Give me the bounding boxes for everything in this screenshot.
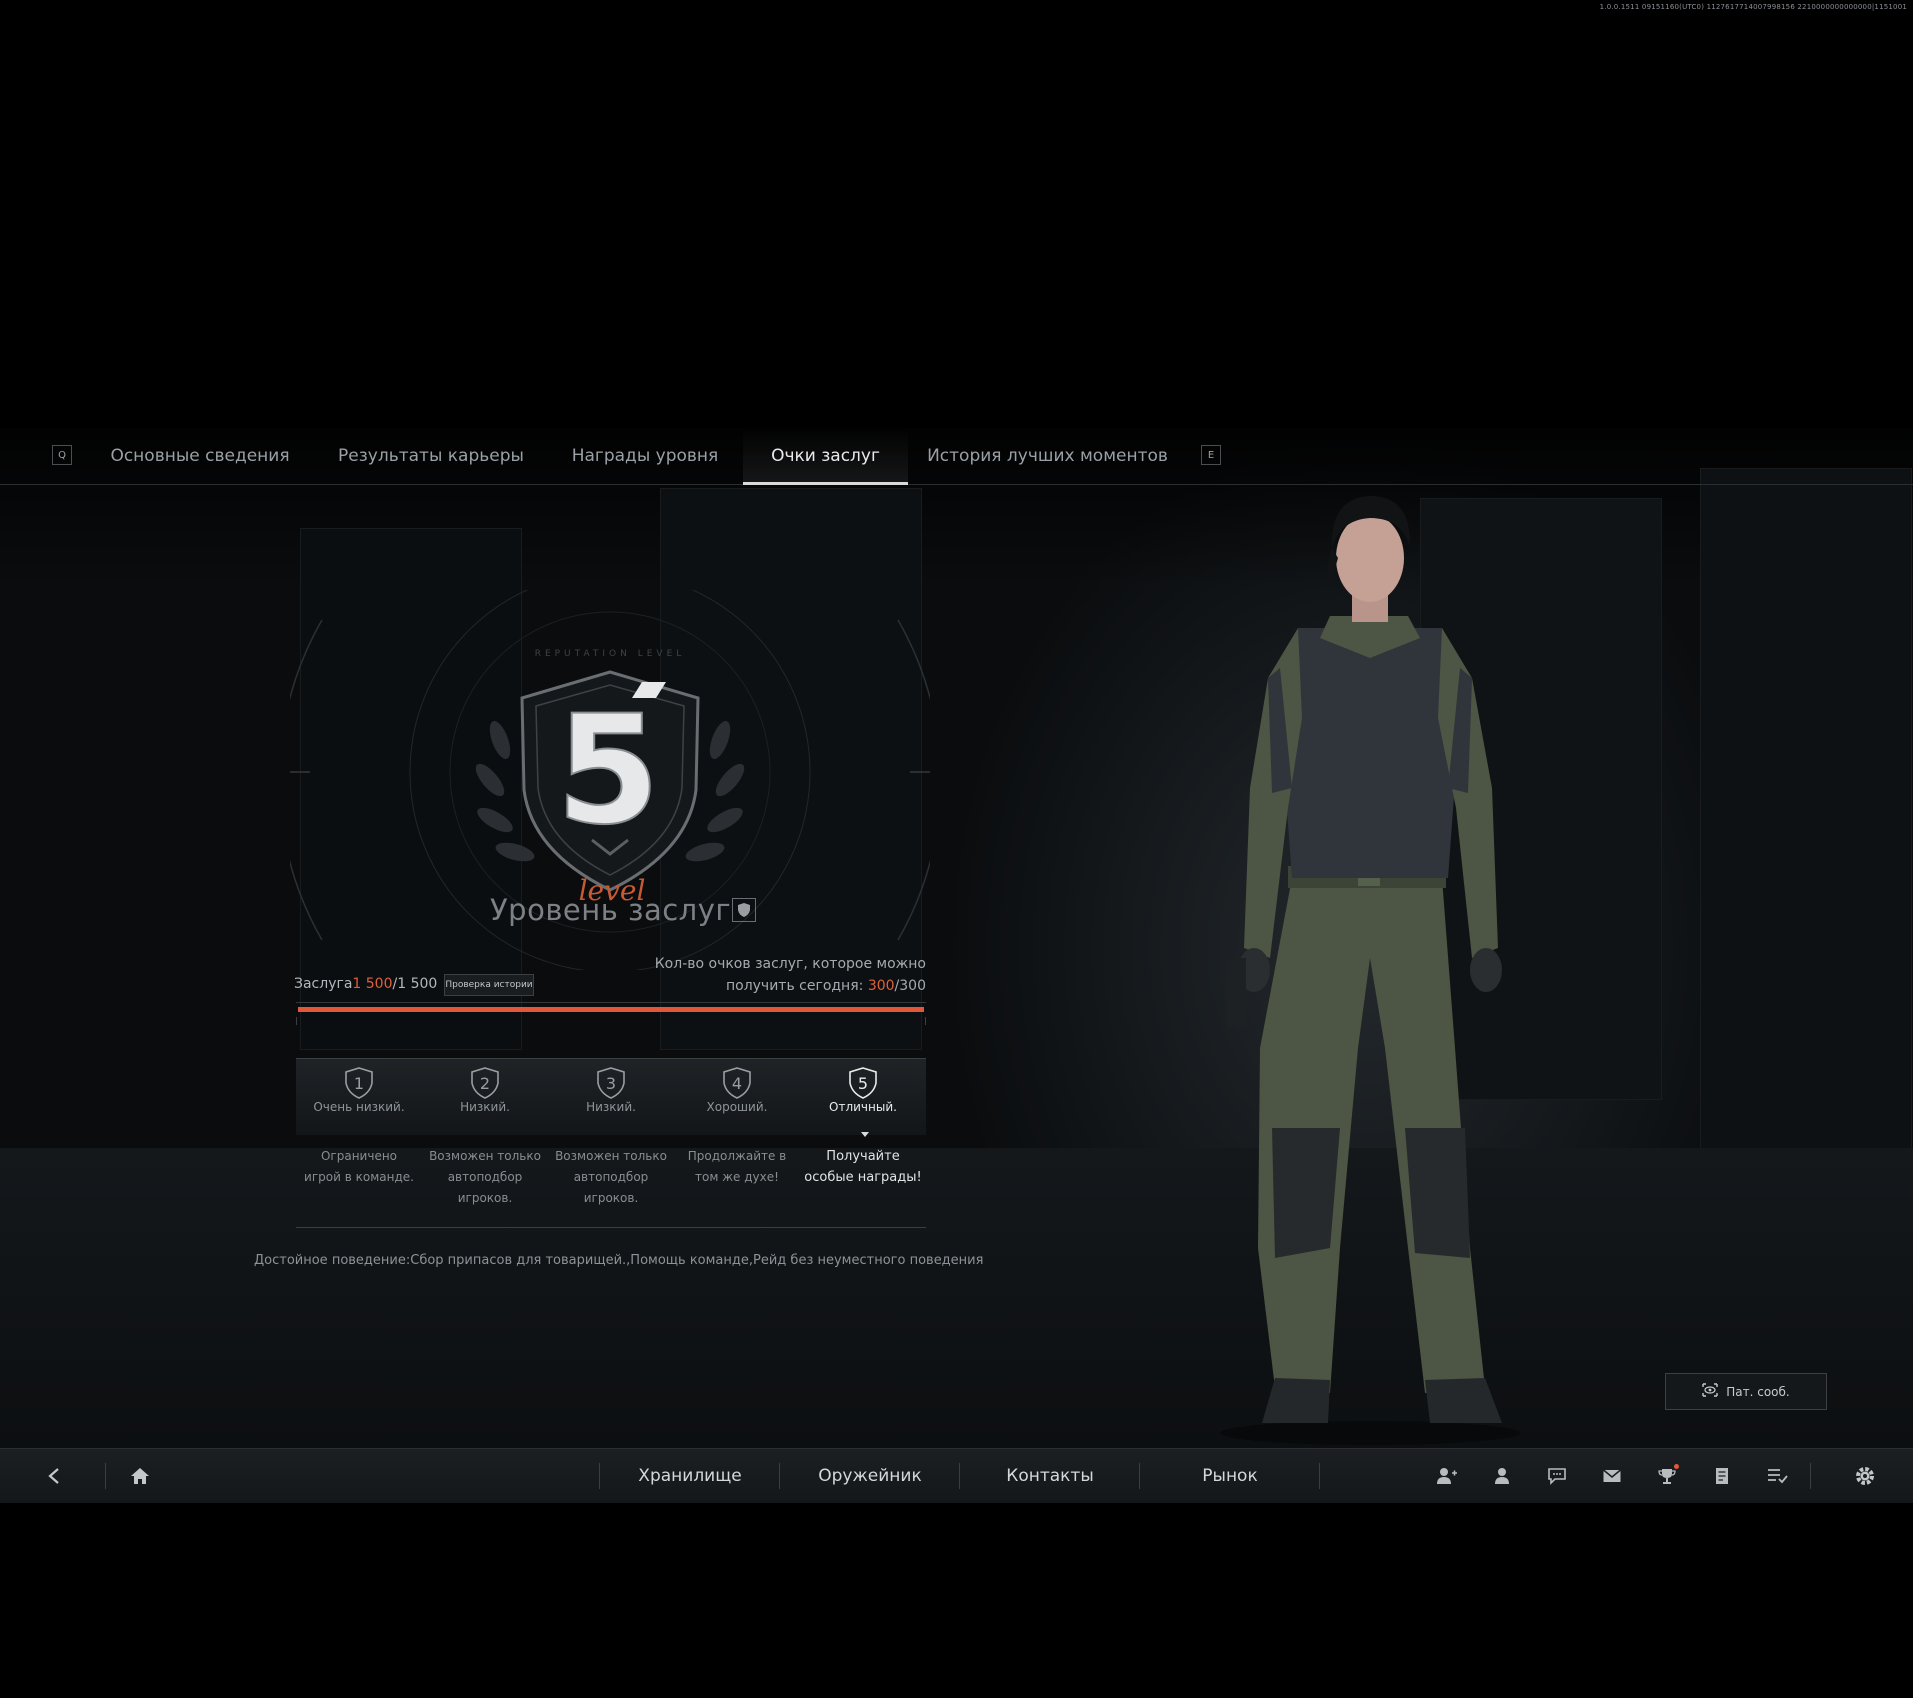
tab-level-rewards[interactable]: Награды уровня: [565, 428, 725, 484]
tab-label: Награды уровня: [571, 446, 719, 466]
progress-ticks: [296, 1017, 926, 1025]
level-description-line: том же духе!: [695, 1170, 779, 1184]
separator: [105, 1463, 106, 1489]
notes-icon[interactable]: [1710, 1464, 1734, 1488]
nav-label: Контакты: [1006, 1466, 1094, 1486]
tab-label: Результаты карьеры: [338, 446, 524, 466]
nav-gunsmith[interactable]: Оружейник: [790, 1449, 950, 1503]
level-description-line: Возможен только: [429, 1149, 541, 1163]
level-description: Ограничено игрой в команде.: [296, 1146, 422, 1188]
today-prefix: получить сегодня:: [725, 978, 868, 994]
today-current: 300: [867, 978, 895, 994]
level-number: 2: [480, 1074, 490, 1093]
merit-current: 1 500: [352, 976, 393, 992]
svg-text:5: 5: [556, 684, 660, 858]
nav-market[interactable]: Рынок: [1150, 1449, 1310, 1503]
today-line-2: получить сегодня: 300/300: [626, 975, 926, 997]
tab-career-results[interactable]: Результаты карьеры: [330, 428, 532, 484]
patrol-button-label: Пат. сооб.: [1726, 1384, 1790, 1399]
next-tab-key[interactable]: E: [1201, 445, 1221, 465]
level-description: Продолжайте в том же духе!: [674, 1146, 800, 1188]
scene-background: [0, 428, 1913, 1500]
team-icon[interactable]: [1435, 1464, 1459, 1488]
separator: [599, 1463, 600, 1489]
shield-badge-icon: [732, 898, 756, 922]
tab-highlights-history[interactable]: История лучших моментов: [927, 428, 1168, 484]
level-number: 5: [858, 1074, 868, 1093]
level-description-line: игроков.: [457, 1191, 513, 1205]
tab-label: Основные сведения: [110, 446, 290, 466]
prev-tab-key[interactable]: Q: [52, 445, 72, 465]
level-name: Очень низкий.: [313, 1100, 405, 1114]
level-description-line: игроков.: [583, 1191, 639, 1205]
svg-text:REPUTATION LEVEL: REPUTATION LEVEL: [535, 649, 686, 659]
level-description: Возможен только автоподбор игроков.: [548, 1146, 674, 1209]
merit-score: Заслуга1 500/1 500: [294, 976, 437, 992]
bottom-nav-bar: Хранилище Оружейник Контакты Рынок: [0, 1448, 1913, 1503]
separator: [1319, 1463, 1320, 1489]
merit-progress-bar: [296, 1002, 926, 1028]
separator: [1810, 1463, 1811, 1489]
separator: [779, 1463, 780, 1489]
mail-icon[interactable]: [1600, 1464, 1624, 1488]
current-level-marker: [861, 1132, 869, 1137]
nav-contacts[interactable]: Контакты: [970, 1449, 1130, 1503]
level-description: Возможен только автоподбор игроков.: [422, 1146, 548, 1209]
separator: [959, 1463, 960, 1489]
level-description-line: автоподбор: [573, 1170, 649, 1184]
level-shield-icon: 2: [469, 1066, 501, 1100]
merit-progress-fill: [298, 1007, 924, 1012]
home-icon[interactable]: [128, 1464, 152, 1488]
level-name: Отличный.: [829, 1100, 897, 1114]
level-shield-icon: 1: [343, 1066, 375, 1100]
today-line-1: Кол-во очков заслуг, которое можно: [654, 956, 926, 972]
nav-storage[interactable]: Хранилище: [610, 1449, 770, 1503]
level-description-line: Возможен только: [555, 1149, 667, 1163]
eye-scan-icon: [1702, 1383, 1718, 1400]
tab-basic-info[interactable]: Основные сведения: [100, 428, 300, 484]
trophy-icon[interactable]: [1655, 1464, 1679, 1488]
tab-label: Очки заслуг: [771, 446, 880, 466]
back-arrow-icon[interactable]: [42, 1464, 66, 1488]
level-number: 4: [732, 1074, 742, 1093]
nav-label: Рынок: [1202, 1466, 1258, 1486]
level-name: Низкий.: [586, 1100, 636, 1114]
nav-label: Хранилище: [638, 1466, 742, 1486]
tasks-icon[interactable]: [1765, 1464, 1789, 1488]
tab-merit-points[interactable]: Очки заслуг: [743, 428, 908, 485]
level-name: Низкий.: [460, 1100, 510, 1114]
merit-label: Заслуга: [294, 976, 353, 992]
level-shield-icon: 3: [595, 1066, 627, 1100]
separator: [1139, 1463, 1140, 1489]
level-number: 3: [606, 1074, 616, 1093]
today-max: 300: [899, 978, 926, 994]
level-description-line: игрой в команде.: [304, 1170, 414, 1184]
nav-label: Оружейник: [818, 1466, 922, 1486]
build-info: 1.0.0.1511 09151160(UTC0) 11276177140079…: [1599, 3, 1907, 11]
merit-levels-panel: 1 Очень низкий. Ограничено игрой в команде.…: [296, 1058, 926, 1228]
level-shield-icon: 5: [847, 1066, 879, 1100]
level-number: 1: [354, 1074, 364, 1093]
today-merit-info: Кол-во очков заслуг, которое можно получ…: [626, 953, 926, 997]
settings-icon[interactable]: [1853, 1464, 1877, 1488]
merit-max: 1 500: [397, 976, 438, 992]
level-description-line: Получайте: [826, 1149, 900, 1164]
check-history-button[interactable]: Проверка истории: [444, 974, 534, 996]
level-name: Хороший.: [706, 1100, 768, 1114]
chat-icon[interactable]: [1545, 1464, 1569, 1488]
level-description-line: Продолжайте в: [687, 1149, 787, 1163]
character-model: [1180, 488, 1560, 1452]
notification-dot: [1674, 1464, 1679, 1469]
level-description-line: автоподбор: [447, 1170, 523, 1184]
merit-level-title: Уровень заслуг: [490, 893, 732, 927]
tab-label: История лучших моментов: [927, 446, 1168, 466]
level-description-line: особые награды!: [804, 1170, 922, 1185]
profile-icon[interactable]: [1490, 1464, 1514, 1488]
level-description: Получайте особые награды!: [800, 1146, 926, 1188]
level-description-line: Ограничено: [320, 1149, 398, 1163]
good-behavior-text: Достойное поведение:Сбор припасов для то…: [254, 1253, 984, 1268]
patrol-message-button[interactable]: Пат. сооб.: [1665, 1373, 1827, 1410]
level-shield-icon: 4: [721, 1066, 753, 1100]
tab-bar: Q Основные сведения Результаты карьеры Н…: [0, 428, 1913, 485]
